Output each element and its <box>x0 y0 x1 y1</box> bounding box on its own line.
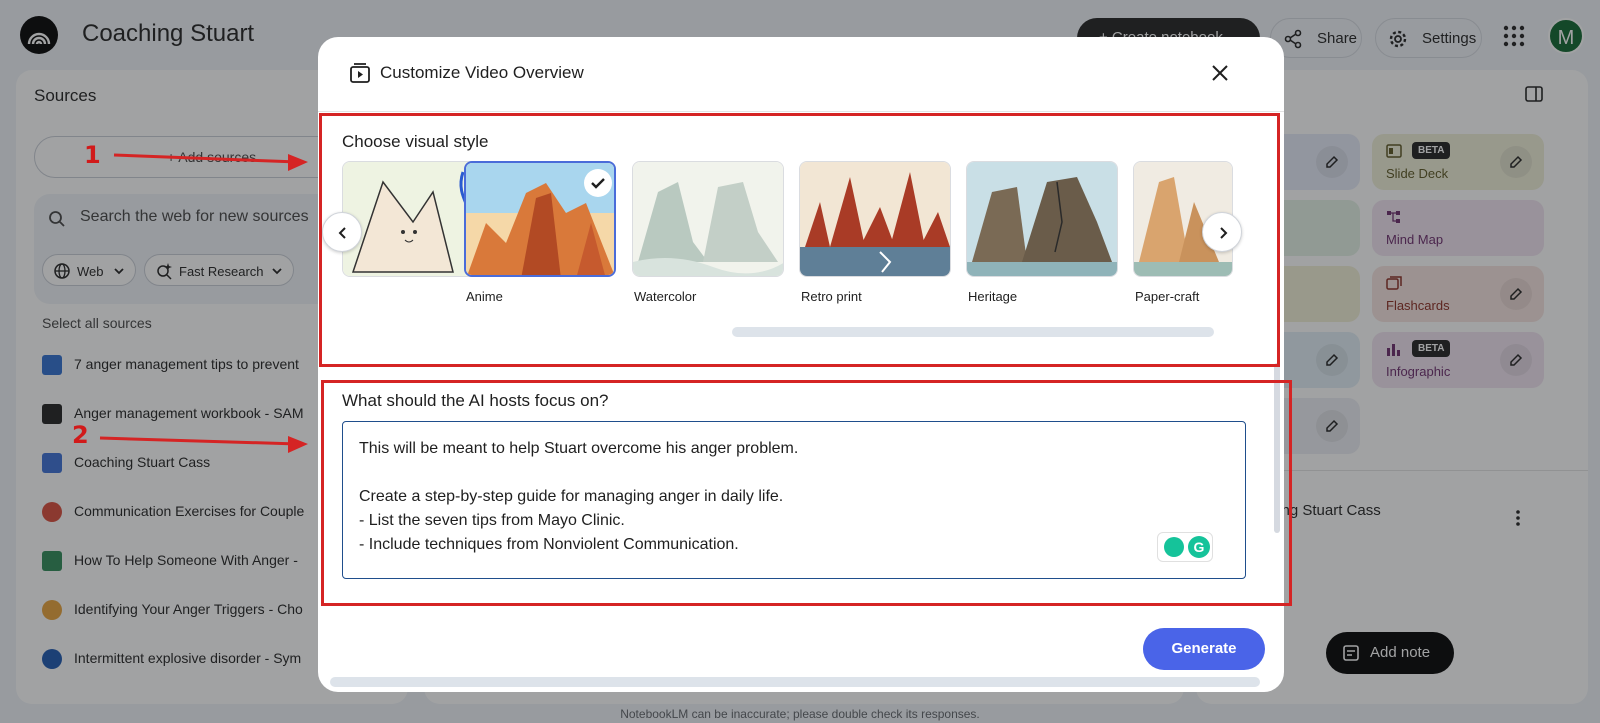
annotation-arrows <box>99 153 308 453</box>
